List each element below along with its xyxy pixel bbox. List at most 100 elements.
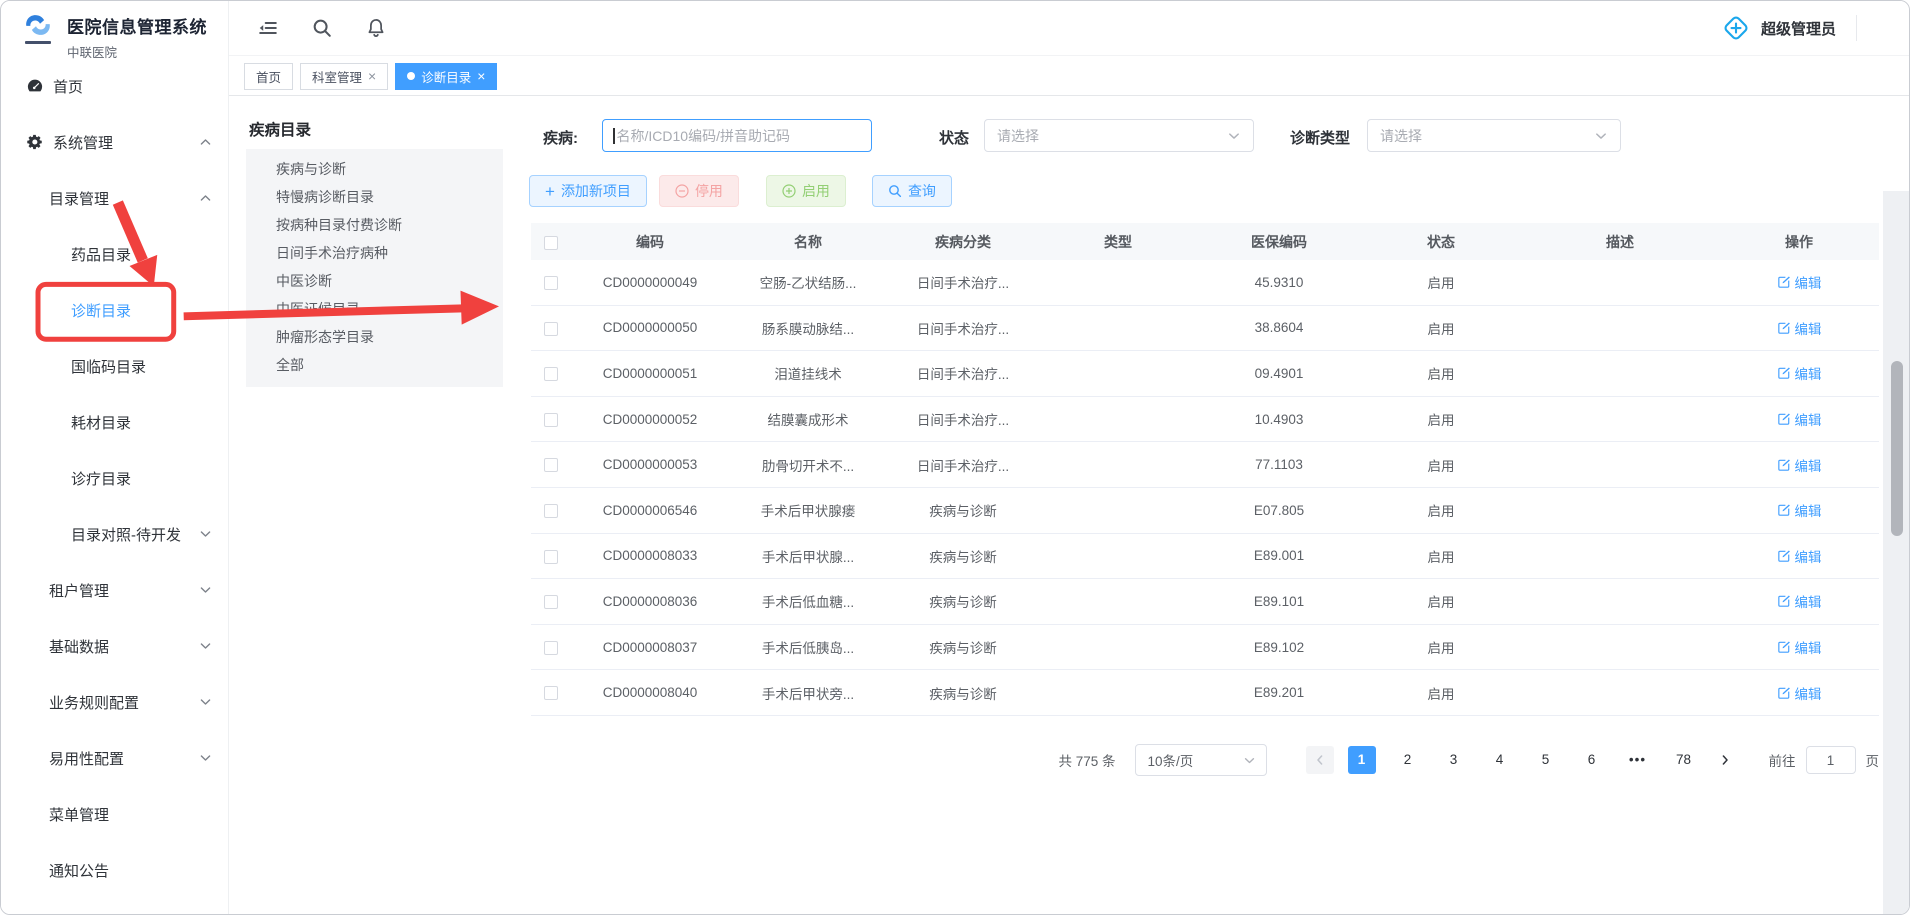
edit-button[interactable]: 编辑 xyxy=(1777,363,1822,383)
enable-button[interactable]: 启用 xyxy=(766,175,846,207)
add-item-button[interactable]: + 添加新项目 xyxy=(529,175,647,207)
close-icon[interactable]: × xyxy=(368,69,376,83)
disease-search-input[interactable]: 名称/ICD10编码/拼音助记码 xyxy=(602,119,872,152)
prev-page-button[interactable] xyxy=(1306,746,1334,774)
scrollbar-thumb[interactable] xyxy=(1891,361,1903,536)
cell-insurance-code: 09.4901 xyxy=(1197,366,1361,381)
col-type: 类型 xyxy=(1039,232,1197,252)
query-button[interactable]: 查询 xyxy=(872,175,952,207)
edit-button[interactable]: 编辑 xyxy=(1777,591,1822,611)
row-checkbox[interactable] xyxy=(544,686,558,700)
sidebar-item-12[interactable]: 业务规则配置 xyxy=(1,674,228,730)
cell-status: 启用 xyxy=(1361,546,1521,566)
sidebar-item-1[interactable]: 首页 xyxy=(1,58,228,114)
col-insurance-code: 医保编码 xyxy=(1197,232,1361,252)
page-number[interactable]: 2 xyxy=(1394,746,1422,774)
sidebar-item-2[interactable]: 系统管理 xyxy=(1,114,228,170)
more-pages-ellipsis[interactable]: ••• xyxy=(1624,746,1652,774)
edit-button[interactable]: 编辑 xyxy=(1777,272,1822,292)
catalog-item[interactable]: 按病种目录付费诊断 xyxy=(246,211,503,239)
disable-button[interactable]: 停用 xyxy=(659,175,739,207)
catalog-item[interactable]: 中医诊断 xyxy=(246,267,503,295)
app-title: 医院信息管理系统 xyxy=(67,13,207,38)
edit-button[interactable]: 编辑 xyxy=(1777,318,1822,338)
next-page-button[interactable] xyxy=(1711,746,1739,774)
page-number[interactable]: 5 xyxy=(1532,746,1560,774)
collapse-sidebar-icon[interactable] xyxy=(257,17,279,39)
cell-status: 启用 xyxy=(1361,500,1521,520)
row-checkbox[interactable] xyxy=(544,276,558,290)
edit-button[interactable]: 编辑 xyxy=(1777,683,1822,703)
header: 超级管理员 xyxy=(229,1,1909,56)
cell-status: 启用 xyxy=(1361,637,1521,657)
plus-circle-icon xyxy=(782,184,796,198)
edit-button[interactable]: 编辑 xyxy=(1777,409,1822,429)
tab-1[interactable]: 首页 xyxy=(244,63,293,90)
edit-button[interactable]: 编辑 xyxy=(1777,546,1822,566)
type-select-placeholder: 请选择 xyxy=(1380,126,1422,146)
page-number[interactable]: 78 xyxy=(1670,746,1698,774)
edit-button[interactable]: 编辑 xyxy=(1777,455,1822,475)
tab-2[interactable]: 科室管理 × xyxy=(300,63,388,90)
cell-status: 启用 xyxy=(1361,272,1521,292)
cell-name: 空肠-乙状结肠... xyxy=(729,272,887,292)
search-small-icon xyxy=(888,184,902,198)
page-number[interactable]: 3 xyxy=(1440,746,1468,774)
sidebar-item-7[interactable]: 耗材目录 xyxy=(1,394,228,450)
edit-icon xyxy=(1777,458,1791,472)
row-checkbox[interactable] xyxy=(544,458,558,472)
total-count: 共 775 条 xyxy=(1058,750,1115,770)
sidebar-item-5[interactable]: 诊断目录 xyxy=(1,282,228,338)
chevron-down-icon xyxy=(199,696,212,709)
sidebar-item-8[interactable]: 诊疗目录 xyxy=(1,450,228,506)
page-number[interactable]: 4 xyxy=(1486,746,1514,774)
search-icon[interactable] xyxy=(311,17,333,39)
bell-icon[interactable] xyxy=(365,17,387,39)
cell-name: 手术后低胰岛... xyxy=(729,637,887,657)
select-all-checkbox[interactable] xyxy=(544,236,558,250)
scrollbar-track[interactable] xyxy=(1883,191,1909,914)
medical-cross-diamond-icon[interactable] xyxy=(1721,13,1751,43)
edit-button[interactable]: 编辑 xyxy=(1777,637,1822,657)
close-icon[interactable]: × xyxy=(477,69,485,83)
cell-name: 手术后甲状旁... xyxy=(729,683,887,703)
sidebar-item-14[interactable]: 菜单管理 xyxy=(1,786,228,842)
catalog-item[interactable]: 中医证候目录 xyxy=(246,295,503,323)
sidebar-item-11[interactable]: 基础数据 xyxy=(1,618,228,674)
row-checkbox[interactable] xyxy=(544,322,558,336)
page-size-select[interactable]: 10条/页 xyxy=(1135,744,1267,776)
row-checkbox[interactable] xyxy=(544,367,558,381)
catalog-item[interactable]: 疾病与诊断 xyxy=(246,155,503,183)
gear-icon xyxy=(26,133,44,151)
table-row: CD0000000053 肋骨切开术不... 日间手术治疗... 77.1103… xyxy=(531,442,1879,488)
cell-insurance-code: E89.201 xyxy=(1197,685,1361,700)
goto-page-input[interactable] xyxy=(1806,746,1856,774)
page-number[interactable]: 6 xyxy=(1578,746,1606,774)
catalog-item[interactable]: 特慢病诊断目录 xyxy=(246,183,503,211)
sidebar-item-13[interactable]: 易用性配置 xyxy=(1,730,228,786)
row-checkbox[interactable] xyxy=(544,413,558,427)
page-number-active[interactable]: 1 xyxy=(1348,746,1376,774)
current-user-name[interactable]: 超级管理员 xyxy=(1761,18,1836,39)
diagnosis-type-select[interactable]: 请选择 xyxy=(1367,119,1621,152)
catalog-item[interactable]: 肿瘤形态学目录 xyxy=(246,323,503,351)
status-select[interactable]: 请选择 xyxy=(984,119,1254,152)
row-checkbox[interactable] xyxy=(544,595,558,609)
catalog-item[interactable]: 全部 xyxy=(246,351,503,379)
sidebar-item-3[interactable]: 目录管理 xyxy=(1,170,228,226)
sidebar-item-4[interactable]: 药品目录 xyxy=(1,226,228,282)
row-checkbox[interactable] xyxy=(544,550,558,564)
catalog-item[interactable]: 日间手术治疗病种 xyxy=(246,239,503,267)
tab-3[interactable]: 诊断目录 × xyxy=(395,63,497,90)
sidebar-item-6[interactable]: 国临码目录 xyxy=(1,338,228,394)
sidebar-item-10[interactable]: 租户管理 xyxy=(1,562,228,618)
active-tab-dot xyxy=(407,72,415,80)
sidebar-item-9[interactable]: 目录对照-待开发 xyxy=(1,506,228,562)
edit-button[interactable]: 编辑 xyxy=(1777,500,1822,520)
cell-category: 日间手术治疗... xyxy=(887,409,1039,429)
row-checkbox[interactable] xyxy=(544,641,558,655)
chevron-up-icon xyxy=(199,136,212,149)
dashboard-icon xyxy=(26,77,44,95)
row-checkbox[interactable] xyxy=(544,504,558,518)
sidebar-item-15[interactable]: 通知公告 xyxy=(1,842,228,898)
